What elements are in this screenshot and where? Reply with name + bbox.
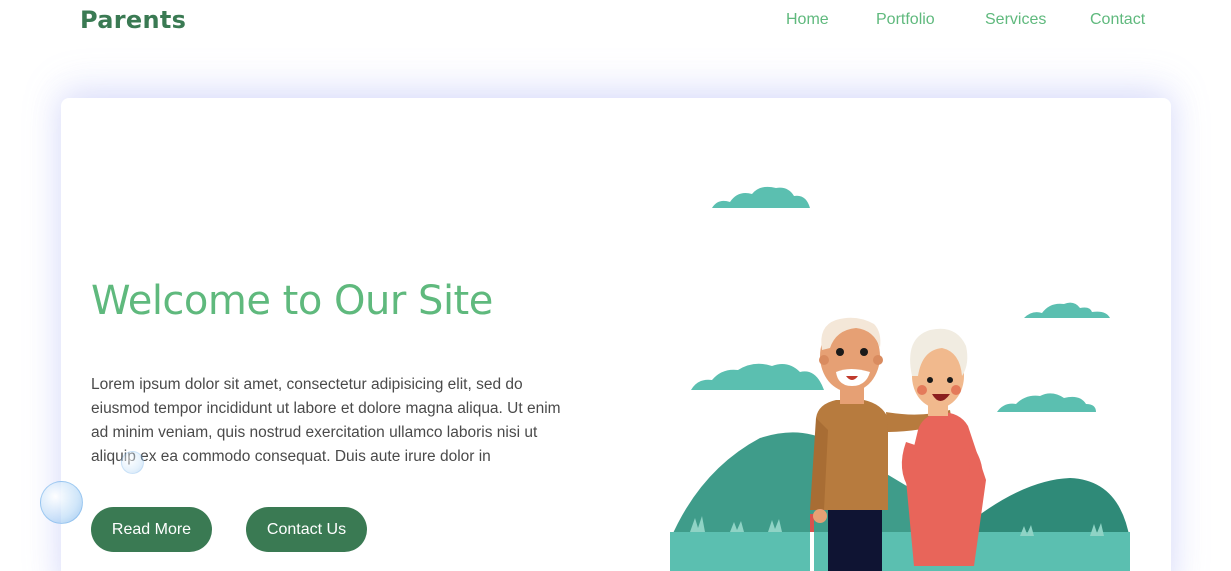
hero-description: Lorem ipsum dolor sit amet, consectetur … xyxy=(91,376,561,465)
nav-home-link[interactable]: Home xyxy=(786,11,829,29)
decorative-bubble-small xyxy=(121,451,144,474)
cloud-icon xyxy=(691,363,824,390)
read-more-button[interactable]: Read More xyxy=(91,507,212,552)
grandma-figure xyxy=(901,328,986,566)
elderly-couple-illustration xyxy=(670,186,1130,571)
cloud-icon xyxy=(712,186,810,208)
nav-portfolio-link[interactable]: Portfolio xyxy=(876,11,935,29)
nav-services-link[interactable]: Services xyxy=(985,11,1046,29)
decorative-bubble-large xyxy=(40,481,83,524)
ground xyxy=(670,532,1130,571)
top-navbar: Parents Home Portfolio Services Contact xyxy=(0,0,1231,44)
hero-title: Welcome to Our Site xyxy=(91,278,493,324)
cloud-icon xyxy=(1024,302,1110,318)
cloud-icon xyxy=(997,393,1096,412)
nav-contact-link[interactable]: Contact xyxy=(1090,11,1145,29)
nav-links: Home Portfolio Services Contact xyxy=(0,11,1231,33)
contact-us-button[interactable]: Contact Us xyxy=(246,507,367,552)
